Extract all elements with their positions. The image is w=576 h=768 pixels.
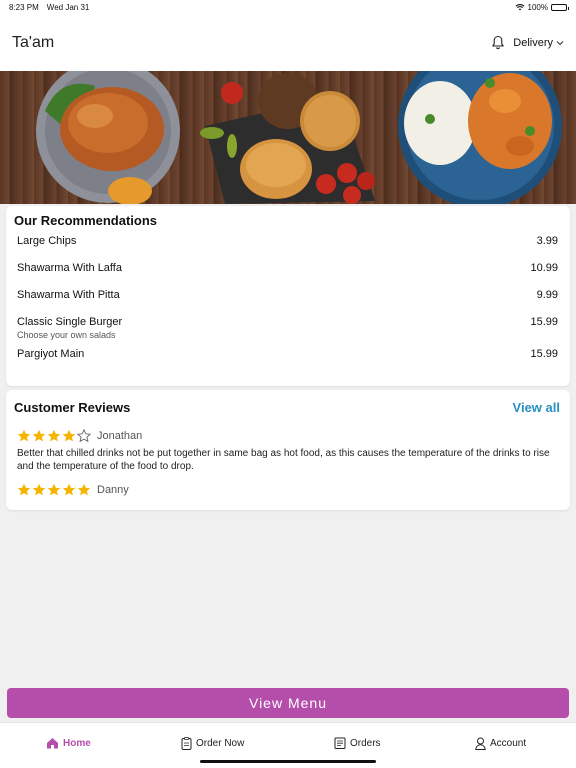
review-item: Danny (14, 483, 560, 496)
home-icon (47, 738, 58, 749)
status-date: Wed Jan 31 (46, 2, 90, 12)
customer-reviews-card: Customer Reviews View all Jonathan Bette… (6, 390, 570, 510)
clipboard-icon (181, 737, 192, 750)
item-price: 10.99 (530, 262, 558, 274)
recommendation-item-large-chips[interactable]: Large Chips 3.99 (14, 235, 558, 247)
item-price: 3.99 (536, 235, 558, 247)
item-name: Shawarma With Laffa (17, 262, 122, 274)
recommendations-title: Our Recommendations (14, 213, 158, 228)
bell-icon[interactable] (491, 35, 505, 50)
home-indicator (200, 760, 376, 763)
delivery-mode-selector[interactable]: Delivery (513, 37, 564, 49)
recommendation-item-shawarma-pitta[interactable]: Shawarma With Pitta 9.99 (14, 289, 558, 301)
wifi-icon (515, 4, 524, 11)
star-rating (17, 429, 91, 442)
tab-account-label: Account (490, 738, 527, 749)
star-filled-icon (17, 483, 31, 496)
status-time: 8:23 PM (9, 2, 39, 12)
battery-percent: 100% (527, 2, 548, 12)
delivery-mode-label: Delivery (513, 36, 553, 49)
item-price: 15.99 (530, 348, 558, 360)
star-filled-icon (47, 429, 61, 442)
review-text: Better that chilled drinks not be put to… (17, 448, 550, 472)
star-filled-icon (17, 429, 31, 442)
tab-home-label: Home (63, 737, 91, 749)
tab-order-now-label: Order Now (196, 738, 245, 749)
star-filled-icon (47, 483, 61, 496)
item-price: 9.99 (536, 289, 558, 301)
item-name: Large Chips (17, 235, 77, 247)
battery-icon (551, 3, 569, 11)
reviews-title: Customer Reviews (14, 400, 131, 415)
recommendation-item-shawarma-laffa[interactable]: Shawarma With Laffa 10.99 (14, 262, 558, 274)
reviewer-name: Jonathan (97, 429, 143, 442)
tab-orders-label: Orders (350, 737, 381, 749)
app-header: Ta'am Delivery (0, 14, 576, 71)
receipt-icon (334, 737, 346, 749)
item-subtitle: Choose your own salads (17, 330, 116, 340)
item-price: 15.99 (530, 316, 558, 328)
tab-home[interactable]: Home (46, 737, 91, 749)
tab-order-now[interactable]: Order Now (181, 737, 244, 750)
recommendation-item-pargiyot-main[interactable]: Pargiyot Main 15.99 (14, 348, 558, 360)
review-item: Jonathan Better that chilled drinks not … (14, 429, 560, 473)
star-filled-icon (32, 483, 46, 496)
chevron-down-icon (556, 40, 564, 45)
item-name: Pargiyot Main (17, 348, 85, 360)
app-title: Ta'am (12, 33, 55, 51)
bottom-tab-bar: Home Order Now Orders Account (0, 722, 576, 768)
star-empty-icon (77, 429, 91, 442)
user-icon (475, 737, 486, 750)
item-name: Classic Single Burger (17, 316, 123, 328)
reviewer-name: Danny (97, 483, 129, 496)
star-rating (17, 483, 91, 496)
star-filled-icon (77, 483, 91, 496)
star-filled-icon (32, 429, 46, 442)
recommendations-card: Our Recommendations Large Chips 3.99 Sha… (6, 206, 570, 386)
star-filled-icon (62, 483, 76, 496)
view-menu-button[interactable]: View Menu (7, 688, 569, 718)
tab-account[interactable]: Account (475, 737, 526, 750)
tab-orders[interactable]: Orders (334, 737, 381, 749)
item-name: Shawarma With Pitta (17, 289, 120, 301)
hero-banner-image (0, 71, 576, 204)
status-bar: 8:23 PM Wed Jan 31 100% (0, 0, 576, 14)
recommendation-item-classic-burger[interactable]: Classic Single Burger Choose your own sa… (14, 316, 558, 340)
star-filled-icon (62, 429, 76, 442)
view-all-reviews-link[interactable]: View all (513, 400, 560, 415)
